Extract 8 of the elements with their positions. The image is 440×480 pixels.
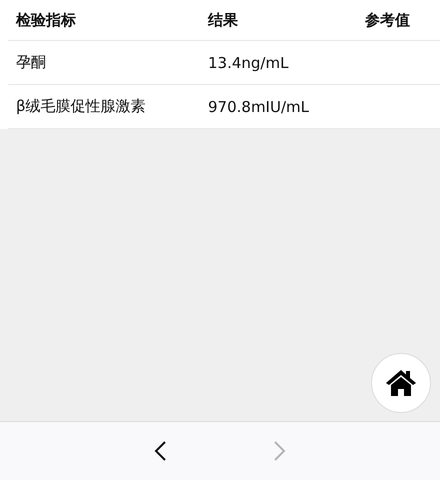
table-cell-text: 13.4ng/mL <box>208 54 290 72</box>
table-cell-text: 孕酮 <box>16 53 47 72</box>
home-icon <box>385 369 417 397</box>
column-header: 检验指标 <box>16 10 77 30</box>
table-cell-text: 970.8mIU/mL <box>208 98 310 116</box>
column-header: 结果 <box>208 10 239 30</box>
table-cell-text: β绒毛膜促性腺激素 <box>16 97 147 116</box>
column-header: 参考值 <box>365 10 411 30</box>
